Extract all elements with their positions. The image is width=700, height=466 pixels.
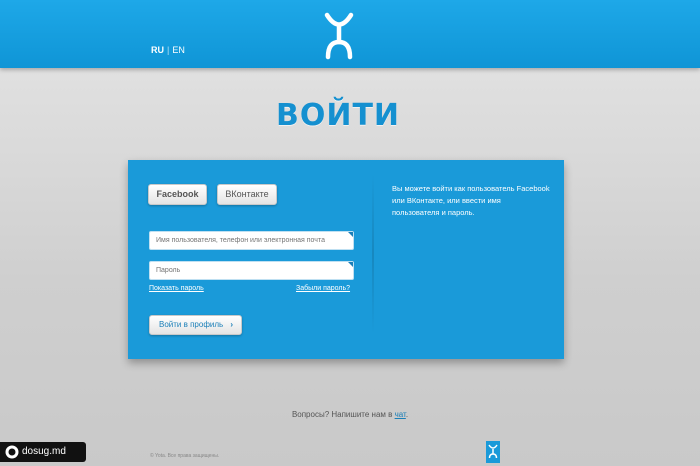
header-bar: RU | EN (0, 0, 700, 68)
password-input[interactable] (149, 261, 354, 280)
login-panel: Facebook ВКонтакте Показать пароль Забыл… (128, 160, 564, 359)
field-corner-icon (348, 262, 353, 267)
vk-login-button[interactable]: ВКонтакте (217, 184, 277, 205)
questions-line: Вопросы? Напишите нам в чат. (0, 410, 700, 419)
questions-suffix: . (405, 410, 409, 419)
lang-ru-link[interactable]: RU (151, 45, 164, 55)
yota-mini-logo-icon (486, 441, 500, 463)
language-switcher: RU | EN (151, 45, 185, 55)
login-info-text: Вы можете войти как пользователь Faceboo… (392, 184, 550, 217)
forgot-password-link[interactable]: Забыли пароль? (296, 285, 350, 292)
facebook-login-button[interactable]: Facebook (148, 184, 207, 205)
watermark-logo-icon (5, 445, 19, 459)
lang-en-link[interactable]: EN (172, 45, 185, 55)
copyright-text: © Yota. Все права защищены. (150, 453, 220, 459)
questions-text: Вопросы? Напишите нам в (291, 410, 395, 419)
chat-link[interactable]: чат (395, 410, 406, 419)
login-button[interactable]: Войти в профиль › (149, 315, 242, 335)
username-input[interactable] (149, 231, 354, 250)
watermark-text: dosug.md (22, 446, 66, 457)
watermark-badge: dosug.md (0, 442, 86, 462)
lang-separator: | (167, 45, 170, 55)
page-title: ВОЙТИ (275, 98, 401, 133)
login-button-label: Войти в профиль (159, 320, 224, 329)
show-password-link[interactable]: Показать пароль (149, 285, 204, 292)
panel-divider (372, 174, 374, 334)
chevron-right-icon: › (230, 320, 233, 329)
yota-logo-icon[interactable] (322, 12, 356, 60)
field-corner-icon (348, 232, 353, 237)
